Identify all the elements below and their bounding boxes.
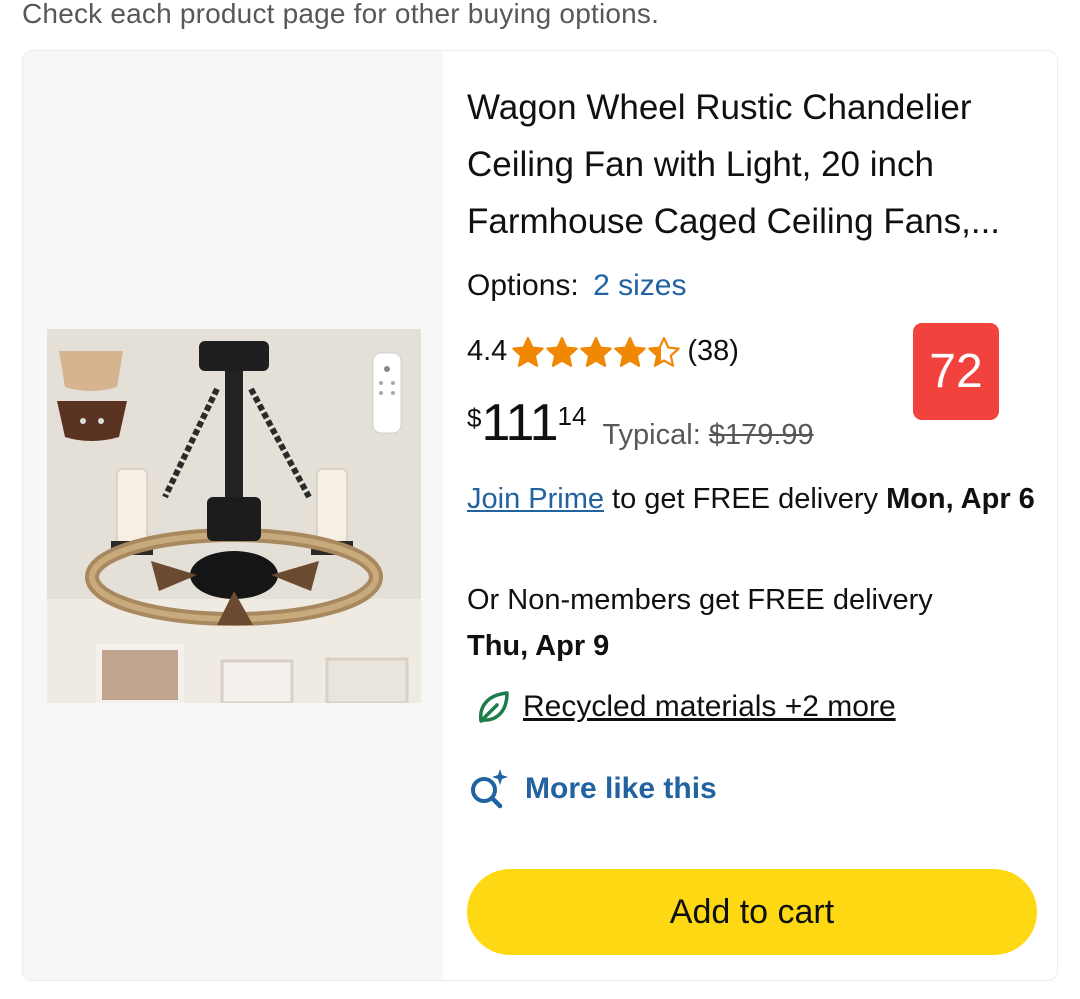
- buying-options-note: Check each product page for other buying…: [22, 0, 660, 29]
- count-badge: 72: [913, 323, 999, 420]
- nonmember-delivery-text: Or Non-members get FREE delivery: [467, 584, 933, 616]
- price-whole: 111: [481, 394, 558, 452]
- prime-delivery: Join Prime to get FREE delivery Mon, Apr…: [467, 476, 1037, 522]
- nonmember-delivery-date: Thu, Apr 9: [467, 630, 610, 662]
- typical-price-value: $179.99: [708, 419, 814, 451]
- options-row: Options: 2 sizes: [467, 269, 686, 303]
- star-icon: [648, 336, 681, 367]
- rating-count[interactable]: (38): [687, 335, 739, 368]
- sparkle-search-icon: [471, 769, 508, 809]
- sustainability-link[interactable]: Recycled materials +2 more: [523, 690, 896, 724]
- sustainability-row[interactable]: Recycled materials +2 more: [473, 687, 896, 727]
- join-prime-link[interactable]: Join Prime: [467, 483, 604, 515]
- product-card: Wagon Wheel Rustic Chandelier Ceiling Fa…: [22, 50, 1058, 981]
- prime-delivery-date: Mon, Apr 6: [886, 483, 1035, 515]
- product-image[interactable]: [47, 329, 421, 703]
- typical-price: Typical: $179.99: [602, 419, 813, 452]
- price-row: $ 111 14 Typical: $179.99: [467, 391, 814, 452]
- star-icon: [580, 336, 613, 367]
- product-image-panel[interactable]: [23, 51, 443, 980]
- nonmember-delivery: Or Non-members get FREE delivery Thu, Ap…: [467, 577, 1037, 669]
- more-like-this-row[interactable]: More like this: [467, 767, 717, 811]
- star-icon: [512, 336, 545, 367]
- star-icon: [546, 336, 579, 367]
- rating-stars: [511, 336, 681, 368]
- price-symbol: $: [467, 403, 482, 433]
- more-like-this-link[interactable]: More like this: [525, 772, 717, 806]
- prime-delivery-text: to get FREE delivery: [604, 483, 887, 515]
- options-label: Options:: [467, 269, 579, 302]
- ceiling-fan-illustration: [47, 329, 421, 703]
- price-fraction: 14: [557, 401, 587, 431]
- rating-row[interactable]: 4.4 (38): [467, 335, 739, 368]
- product-title[interactable]: Wagon Wheel Rustic Chandelier Ceiling Fa…: [467, 79, 1037, 250]
- add-to-cart-button[interactable]: Add to cart: [467, 869, 1037, 955]
- typical-label: Typical:: [602, 419, 701, 451]
- leaf-icon: [478, 691, 509, 723]
- rating-value: 4.4: [467, 335, 508, 367]
- star-icon: [614, 336, 647, 367]
- options-sizes-link[interactable]: 2 sizes: [593, 269, 686, 302]
